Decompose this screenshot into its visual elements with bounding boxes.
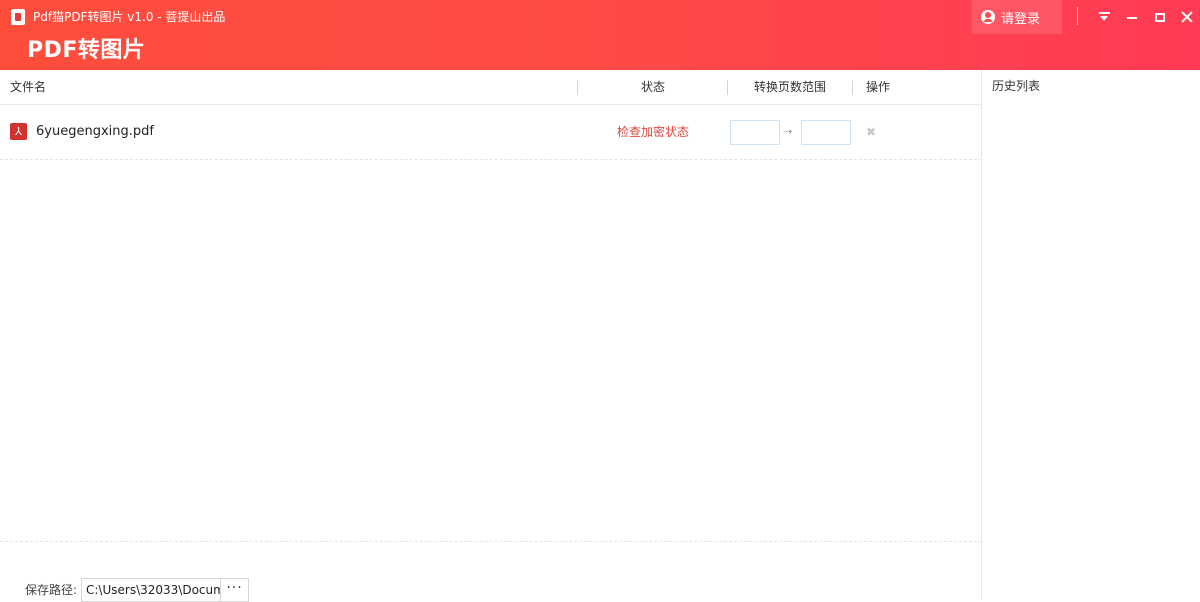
column-header-status: 状态: [641, 80, 666, 94]
save-path-label: 保存路径:: [25, 583, 78, 597]
column-divider: [852, 80, 853, 95]
table-row: 6yuegengxing.pdf 检查加密状态 ⇢ ✖: [0, 105, 982, 160]
title-bar: Pdf猫PDF转图片 v1.0 - 菩提山出品 PDF转图片 请登录: [0, 0, 1200, 70]
pdf-file-icon: [10, 123, 27, 140]
close-button[interactable]: [1176, 6, 1198, 28]
column-header-filename: 文件名: [10, 80, 47, 94]
column-header-actions: 操作: [866, 80, 891, 94]
arrow-right-icon: ⇢: [783, 125, 793, 138]
dropdown-menu-icon: [1098, 12, 1110, 22]
app-heading: PDF转图片: [27, 38, 146, 63]
history-panel: 历史列表: [983, 70, 1200, 600]
window-title: Pdf猫PDF转图片 v1.0 - 菩提山出品: [33, 10, 226, 24]
maximize-button[interactable]: [1149, 6, 1171, 28]
login-button[interactable]: 请登录: [972, 0, 1062, 34]
browse-folder-button[interactable]: ···: [220, 578, 249, 602]
pdf-app-icon: [11, 9, 25, 25]
delete-icon[interactable]: ✖: [866, 124, 876, 140]
maximize-icon: [1155, 12, 1165, 22]
file-name: 6yuegengxing.pdf: [36, 124, 154, 139]
file-list-panel: 文件名 状态 转换页数范围 操作 6yuegengxing.pdf 检查加密状态…: [0, 70, 982, 602]
close-icon: [1181, 11, 1193, 23]
history-title: 历史列表: [992, 79, 1041, 93]
column-divider: [727, 80, 728, 95]
title-divider: [1077, 7, 1078, 25]
column-divider: [577, 80, 578, 95]
login-label: 请登录: [1001, 11, 1041, 27]
table-header: 文件名 状态 转换页数范围 操作: [0, 70, 982, 105]
check-encryption-status-link[interactable]: 检查加密状态: [617, 124, 689, 140]
dropdown-menu-button[interactable]: [1093, 6, 1115, 28]
user-icon: [981, 10, 995, 24]
page-range-start-input[interactable]: [730, 120, 780, 145]
save-path-field[interactable]: C:\Users\32033\Docum: [81, 578, 221, 602]
column-header-page-range: 转换页数范围: [754, 80, 827, 94]
minimize-button[interactable]: [1121, 6, 1143, 28]
minimize-icon: [1127, 17, 1137, 19]
page-range-end-input[interactable]: [801, 120, 851, 145]
bottom-divider: [0, 541, 982, 542]
